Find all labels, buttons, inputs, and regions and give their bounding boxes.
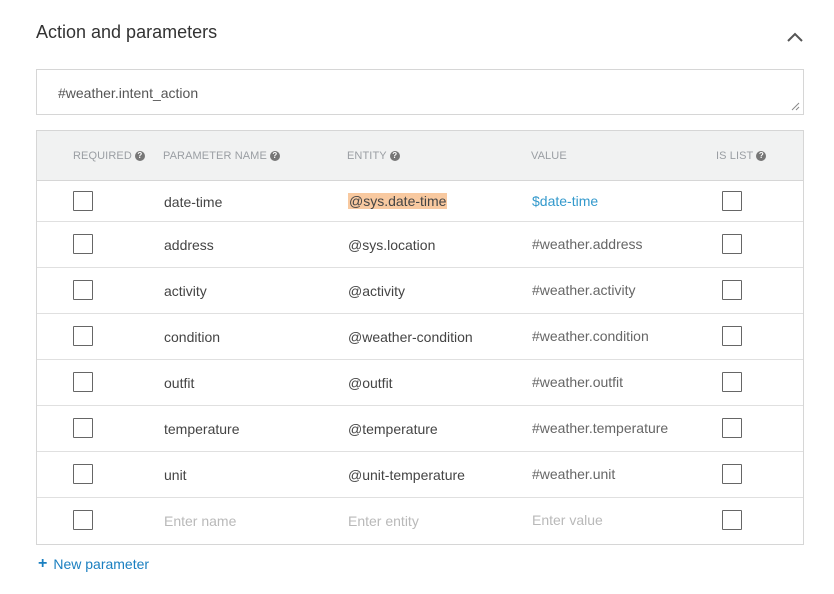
chevron-up-icon: [787, 32, 803, 42]
parameters-table: REQUIRED ? PARAMETER NAME ? ENTITY ? VAL…: [36, 130, 804, 545]
action-textarea[interactable]: [36, 69, 804, 115]
section-title: Action and parameters: [36, 22, 218, 42]
parameter-value[interactable]: $date-time: [532, 193, 598, 209]
required-checkbox[interactable]: [73, 280, 93, 300]
is-list-checkbox[interactable]: [722, 464, 742, 484]
parameter-entity[interactable]: @sys.date-time: [348, 193, 448, 209]
header-value: VALUE: [531, 150, 567, 162]
table-row: condition @weather-condition #weather.co…: [37, 314, 803, 360]
is-list-checkbox[interactable]: [722, 510, 742, 530]
parameter-entity[interactable]: @sys.location: [348, 237, 435, 253]
table-header: REQUIRED ? PARAMETER NAME ? ENTITY ? VAL…: [37, 131, 803, 181]
new-parameter-label: New parameter: [53, 556, 150, 572]
is-list-checkbox[interactable]: [722, 280, 742, 300]
help-icon[interactable]: ?: [134, 151, 145, 161]
parameter-name[interactable]: activity: [164, 283, 207, 299]
table-row: activity @activity #weather.activity: [37, 268, 803, 314]
is-list-checkbox[interactable]: [722, 234, 742, 254]
help-icon[interactable]: ?: [756, 151, 767, 161]
parameter-entity[interactable]: @unit-temperature: [348, 467, 465, 483]
parameter-value[interactable]: #weather.activity: [532, 282, 636, 298]
header-entity: ENTITY ?: [347, 150, 400, 162]
table-row: unit @unit-temperature #weather.unit: [37, 452, 803, 498]
parameter-value[interactable]: #weather.outfit: [532, 374, 623, 390]
is-list-checkbox[interactable]: [722, 326, 742, 346]
value-input[interactable]: Enter value: [532, 512, 603, 528]
header-parameter-name: PARAMETER NAME ?: [163, 150, 280, 162]
is-list-checkbox[interactable]: [722, 191, 742, 211]
help-icon[interactable]: ?: [389, 151, 400, 161]
required-checkbox[interactable]: [73, 510, 93, 530]
entity-highlight: @sys.date-time: [348, 193, 448, 209]
section-header: Action and parameters: [36, 18, 806, 54]
table-row: temperature @temperature #weather.temper…: [37, 406, 803, 452]
entity-input[interactable]: Enter entity: [348, 513, 419, 529]
help-icon[interactable]: ?: [269, 151, 280, 161]
parameter-entity[interactable]: @weather-condition: [348, 329, 473, 345]
header-required: REQUIRED ?: [73, 150, 145, 162]
required-checkbox[interactable]: [73, 234, 93, 254]
required-checkbox[interactable]: [73, 372, 93, 392]
resize-handle-icon[interactable]: [791, 102, 800, 111]
new-parameter-button[interactable]: + New parameter: [38, 555, 150, 573]
is-list-checkbox[interactable]: [722, 372, 742, 392]
parameter-name[interactable]: unit: [164, 467, 187, 483]
parameter-value[interactable]: #weather.address: [532, 236, 643, 252]
is-list-checkbox[interactable]: [722, 418, 742, 438]
parameter-name[interactable]: temperature: [164, 421, 239, 437]
required-checkbox[interactable]: [73, 191, 93, 211]
parameter-name[interactable]: date-time: [164, 194, 222, 210]
table-row: date-time @sys.date-time $date-time: [37, 181, 803, 222]
name-input[interactable]: Enter name: [164, 513, 236, 529]
plus-icon: +: [38, 555, 48, 572]
table-row: address @sys.location #weather.address: [37, 222, 803, 268]
parameter-name[interactable]: address: [164, 237, 214, 253]
required-checkbox[interactable]: [73, 418, 93, 438]
parameter-entity[interactable]: @activity: [348, 283, 405, 299]
header-is-list: IS LIST ?: [716, 150, 767, 162]
action-input[interactable]: [58, 85, 758, 101]
parameter-name[interactable]: outfit: [164, 375, 194, 391]
collapse-button[interactable]: [784, 26, 806, 48]
new-parameter-row: Enter name Enter entity Enter value: [37, 498, 803, 544]
parameter-entity[interactable]: @outfit: [348, 375, 393, 391]
table-row: outfit @outfit #weather.outfit: [37, 360, 803, 406]
required-checkbox[interactable]: [73, 464, 93, 484]
parameter-value[interactable]: #weather.condition: [532, 328, 649, 344]
required-checkbox[interactable]: [73, 326, 93, 346]
parameter-value[interactable]: #weather.unit: [532, 466, 615, 482]
parameter-value[interactable]: #weather.temperature: [532, 420, 668, 436]
parameter-name[interactable]: condition: [164, 329, 220, 345]
parameter-entity[interactable]: @temperature: [348, 421, 438, 437]
